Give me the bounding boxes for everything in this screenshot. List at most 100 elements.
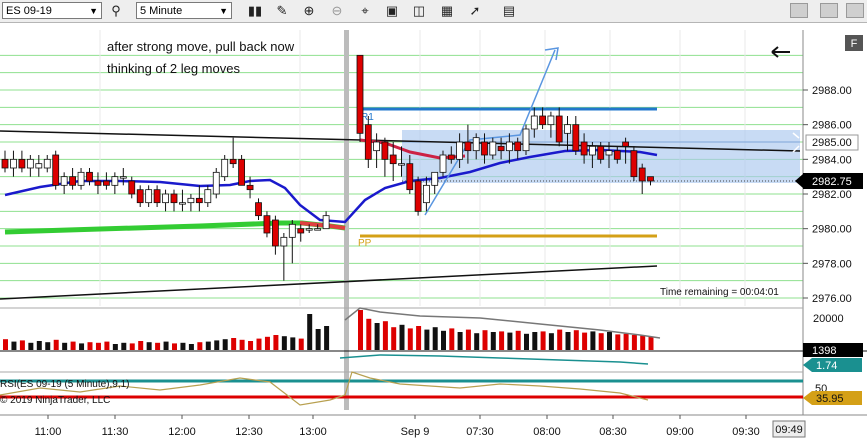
time-tick-label: 09:30 [732, 426, 760, 438]
candle-body [255, 202, 262, 217]
time-tick-label: 12:30 [235, 426, 263, 438]
properties-icon[interactable]: ◫ [409, 2, 429, 20]
data-box-icon[interactable]: ▣ [382, 2, 402, 20]
maximize-button[interactable] [820, 3, 838, 18]
volume-bar [214, 340, 220, 350]
price-chart[interactable]: R1 PP after strong move, pull back now t… [0, 23, 867, 445]
volume-bar [557, 329, 563, 350]
search-icon[interactable]: ⚲ [106, 2, 126, 20]
volume-bar [180, 342, 186, 350]
price-tick-label: 2980.00 [812, 224, 852, 236]
candle-body [271, 219, 279, 247]
candle-body [280, 236, 288, 247]
time-tick-label: 08:00 [533, 426, 561, 438]
candle-body [439, 154, 447, 173]
close-button[interactable] [846, 3, 864, 18]
annotation-line-1: after strong move, pull back now [107, 39, 295, 54]
volume-bar [648, 336, 654, 350]
volume-bar [3, 339, 8, 350]
pencil-icon[interactable]: ✎ [272, 2, 292, 20]
candle-body [18, 158, 26, 169]
volume-bar [256, 338, 262, 350]
volume-bar [231, 338, 237, 350]
volume-bar [28, 342, 34, 350]
volume-bar [121, 342, 127, 350]
time-tick-label: 13:00 [299, 426, 327, 438]
candle-body [630, 150, 638, 178]
zoom-in-icon[interactable]: ⊕ [299, 2, 319, 20]
price-tick-label: 2986.00 [812, 120, 852, 132]
candle-body [447, 154, 455, 160]
volume-bar [432, 327, 438, 350]
candle-body [364, 124, 372, 160]
interval-selector[interactable]: 5 Minute ▼ [136, 2, 232, 19]
volume-bar [315, 329, 321, 350]
candle-body [514, 141, 522, 152]
volume-bar [524, 333, 529, 350]
price-tick-label: 2978.00 [812, 258, 852, 270]
volume-bar [104, 341, 110, 350]
price-tick-label: 2988.00 [812, 85, 852, 97]
crosshair-icon[interactable]: ⌖ [355, 2, 375, 20]
volume-bar [465, 329, 471, 350]
copyright-label: © 2019 NinjaTrader, LLC [0, 395, 110, 406]
volume-bar [273, 335, 279, 350]
volume-bar [188, 344, 194, 350]
candle-body [103, 180, 110, 186]
instrument-selector[interactable]: ES 09-19 ▼ [2, 2, 102, 19]
indicators-icon[interactable]: ➚ [465, 2, 485, 20]
candle-body [389, 154, 397, 165]
strategy-icon[interactable]: ▦ [437, 2, 457, 20]
volume-bar [307, 314, 313, 350]
volume-bar [416, 326, 422, 350]
bar-style-icon[interactable]: ▮▮ [245, 2, 265, 20]
zoom-out-icon[interactable]: ⊖ [327, 2, 347, 20]
candle-body [638, 167, 646, 182]
candle-body [297, 228, 305, 234]
volume-bar [36, 341, 42, 350]
template-icon[interactable]: ▤ [499, 2, 519, 20]
annotation-line-2: thinking of 2 leg moves [107, 61, 240, 76]
rsi-title: RSI(ES 09-19 (5 Minute),9,1) [0, 379, 130, 390]
candle-body [406, 163, 414, 191]
candle-body [414, 180, 422, 212]
candle-body [647, 176, 654, 182]
f-button-label: F [851, 38, 858, 50]
chevron-down-icon: ▼ [219, 6, 228, 16]
volume-bar [399, 324, 405, 350]
candle-body [263, 215, 271, 234]
volume-bar [573, 330, 579, 350]
candle-body [195, 197, 203, 204]
volume-bar [366, 318, 372, 350]
volume-bar [197, 342, 203, 350]
volume-bar [598, 333, 604, 350]
candle-body [111, 176, 119, 186]
volume-bar [382, 321, 388, 350]
candle-body [572, 124, 580, 152]
candle-body [212, 171, 220, 195]
volume-bar [407, 328, 413, 350]
current-time-label: 09:49 [775, 424, 803, 436]
candle-body [60, 176, 68, 186]
time-tick-label: 12:00 [168, 426, 196, 438]
volume-bar [631, 335, 637, 350]
volume-bar [374, 323, 380, 350]
candle-body [43, 158, 51, 169]
time-tick-label: Sep 9 [401, 426, 430, 438]
volume-bar [474, 333, 480, 350]
volume-bar [290, 337, 296, 350]
candle-body [179, 202, 186, 205]
volume-bar [155, 342, 161, 350]
volume-tick-label: 20000 [813, 313, 844, 325]
volume-bar [449, 328, 455, 350]
price-tick-label: 2984.00 [812, 154, 852, 166]
volume-bar [424, 329, 430, 350]
candle-body [464, 141, 472, 152]
candle-body [119, 176, 127, 179]
volume-bar [515, 330, 521, 350]
minimize-button[interactable] [790, 3, 808, 18]
volume-bar [391, 327, 397, 350]
candle-body [505, 141, 513, 152]
candle-body [373, 141, 381, 152]
candle-body [314, 228, 322, 231]
